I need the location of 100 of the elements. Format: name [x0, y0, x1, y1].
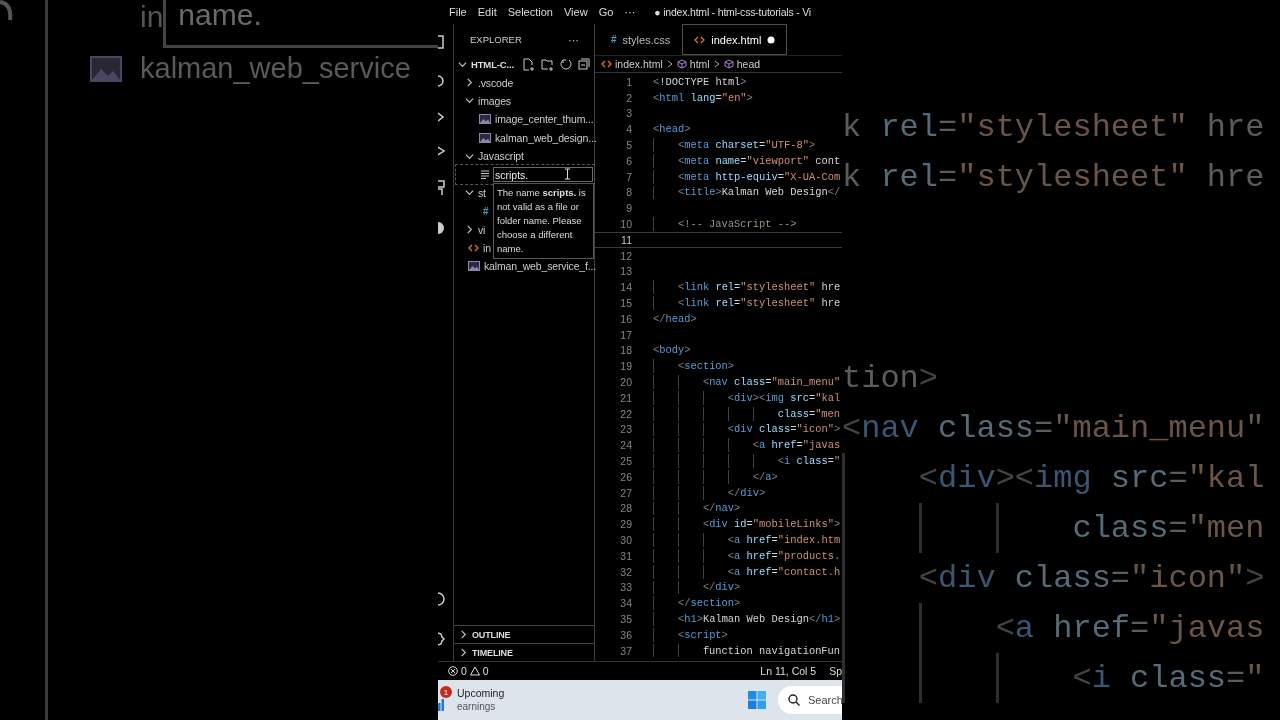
code-line: tion> [842, 358, 939, 399]
code-line: <nav class="main_menu" [842, 408, 1266, 449]
panel-title: EXPLORER [470, 34, 522, 45]
code-line: </a> [653, 469, 778, 484]
error-icon[interactable] [448, 666, 458, 676]
line-number: 37 [619, 644, 632, 657]
code-line: <!DOCTYPE html> [653, 75, 747, 89]
hash-icon: # [483, 205, 489, 217]
tree-file[interactable]: kalman_web_service_f... [465, 257, 597, 276]
chevron-icon[interactable] [465, 225, 474, 235]
error-count: 0 [461, 665, 467, 677]
menu-item[interactable]: File [449, 6, 467, 18]
breadcrumb-item[interactable]: index.html [601, 58, 663, 70]
tree-folder[interactable]: Javascript [465, 146, 524, 166]
chevron-icon [666, 60, 673, 68]
menu-item[interactable]: ··· [624, 6, 636, 18]
chevron-icon [713, 60, 720, 68]
code-line: <link rel="stylesheet" hre [653, 296, 841, 310]
tree-folder[interactable]: .vscode [465, 73, 514, 92]
tree-folder[interactable]: st [465, 183, 486, 203]
line-number: 19 [619, 360, 632, 373]
warning-icon[interactable] [469, 666, 480, 676]
code-line: <div class="icon"> [653, 422, 841, 437]
code-line: <meta charset="UTF-8"> [653, 138, 816, 152]
line-number: 13 [619, 265, 632, 278]
line-number: 22 [619, 407, 632, 420]
breadcrumb-item[interactable]: html [676, 58, 710, 70]
tree-file[interactable]: image_center_thum... [476, 110, 594, 129]
code-line: </head> [653, 311, 697, 326]
menu-item[interactable]: Selection [507, 6, 553, 18]
hash-icon: # [611, 34, 617, 45]
chevron-icon[interactable] [459, 648, 468, 657]
breadcrumb-item[interactable]: head [723, 58, 761, 70]
rename-field[interactable]: scripts. [493, 167, 593, 183]
error-tooltip: The name scripts. is not valid as a file or folder name. Please choose a different name. [493, 183, 594, 260]
tree-folder[interactable]: HTML-C... [454, 55, 590, 74]
code-line: <nav class="main_menu" [653, 375, 841, 389]
line-number: 34 [619, 597, 632, 610]
tree-folder[interactable]: vi [465, 220, 486, 239]
chevron-icon[interactable] [465, 188, 474, 198]
line-number: 28 [619, 502, 632, 515]
code-icon [694, 35, 706, 44]
menu-item[interactable]: View [563, 6, 588, 18]
editor-tab[interactable]: # styles.css [595, 24, 683, 55]
line-number: 18 [619, 344, 632, 357]
editor-tab[interactable]: index.html [682, 24, 788, 55]
panel-header[interactable]: TIMELINE [454, 643, 594, 661]
line-number: 31 [619, 549, 632, 562]
collapse-icon[interactable] [578, 58, 590, 71]
new-file-icon[interactable] [522, 57, 535, 71]
line-number: 30 [619, 534, 632, 546]
chevron-icon[interactable] [465, 78, 474, 88]
chevron-icon[interactable] [458, 59, 467, 69]
unsaved-dot-icon [767, 35, 776, 44]
code-line: <a href="javas [653, 438, 841, 453]
line-number: 4 [625, 123, 632, 136]
code-line: </section> [653, 596, 741, 611]
code-line: class="men [653, 406, 841, 421]
tree-file[interactable]: in [465, 238, 491, 258]
panel-header[interactable]: OUTLINE [454, 625, 594, 643]
line-number: 11 [620, 233, 632, 246]
image-icon [479, 114, 491, 125]
tree-file[interactable]: # [476, 202, 489, 221]
widget-button[interactable]: 1 Upcoming earnings [438, 680, 505, 720]
tree-folder[interactable]: images [465, 91, 511, 111]
code-line: <a href="products. [653, 548, 841, 563]
line-number: 25 [619, 455, 632, 467]
cursor-position[interactable]: Ln 11, Col 5 [760, 665, 817, 677]
search-field[interactable]: Search [778, 686, 842, 714]
warning-count: 0 [482, 665, 489, 677]
code-line: k rel="stylesheet" hre [842, 157, 1266, 198]
code-line: <meta http-equiv="X-UA-Com [653, 169, 841, 184]
more-button[interactable]: ··· [568, 33, 579, 46]
menu-item[interactable]: Edit [477, 6, 497, 18]
refresh-icon[interactable] [560, 58, 572, 71]
line-number: 14 [619, 281, 632, 294]
code-line: k rel="stylesheet" hre [842, 107, 1266, 148]
code-icon [601, 60, 612, 68]
chevron-icon[interactable] [459, 630, 468, 639]
code-line: function navigationFun [653, 643, 841, 658]
line-number: 15 [619, 297, 632, 310]
chevron-icon[interactable] [465, 96, 474, 106]
line-number: 9 [625, 202, 632, 215]
line-number: 27 [619, 486, 632, 499]
code-line: <link rel="stylesheet" hre [653, 280, 841, 295]
image-icon [90, 55, 122, 82]
line-number: 21 [619, 391, 632, 404]
new-folder-icon[interactable] [541, 57, 554, 71]
code-line: <a href="index.htm [653, 533, 841, 547]
text-file-icon [480, 170, 490, 180]
window-title: ● index.html - html-css-tutorials - Vi [654, 6, 811, 18]
indentation-status[interactable]: Sp [829, 665, 842, 677]
chevron-icon[interactable] [465, 151, 474, 161]
text-cursor-icon [564, 168, 571, 181]
code-line: class="men [842, 503, 1280, 553]
code-line: <html lang="en"> [653, 90, 753, 105]
code-line: </nav> [653, 501, 741, 516]
menu-item[interactable]: Go [598, 6, 614, 18]
code-line: <!-- JavaScript --> [653, 217, 797, 231]
tree-file[interactable]: kalman_web_design... [476, 128, 597, 147]
